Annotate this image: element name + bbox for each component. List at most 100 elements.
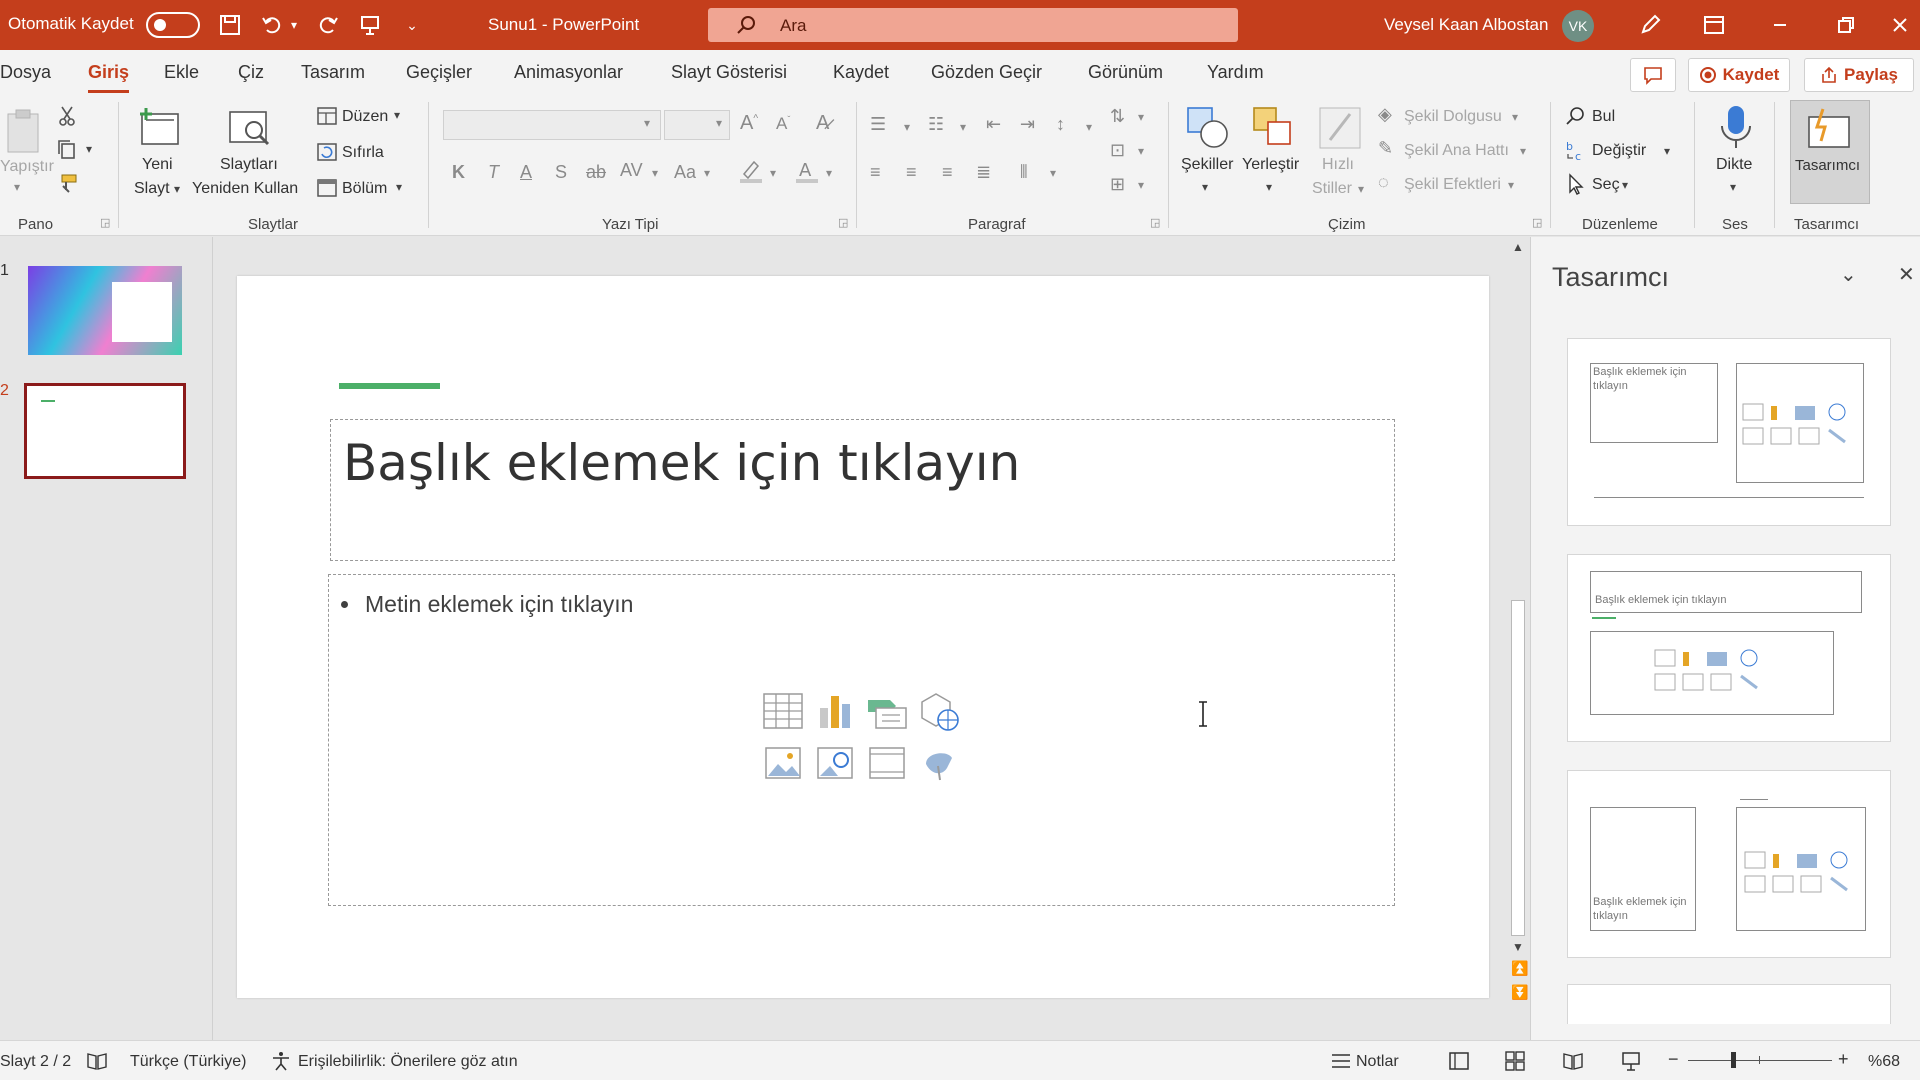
format-painter-icon[interactable] [56, 172, 80, 196]
quick-styles-icon[interactable] [1316, 104, 1364, 152]
section-label[interactable]: Bölüm [342, 180, 387, 198]
line-spacing-icon[interactable]: ↕ [1056, 114, 1065, 135]
bullets-icon[interactable]: ☰ [870, 114, 886, 135]
select-icon[interactable] [1564, 172, 1588, 196]
zoom-level[interactable]: %68 [1868, 1053, 1900, 1071]
normal-view-icon[interactable] [1448, 1050, 1470, 1072]
undo-dropdown-icon[interactable]: ▾ [286, 11, 302, 39]
cut-icon[interactable] [56, 104, 80, 128]
shapes-icon[interactable] [1184, 104, 1232, 152]
scroll-down-icon[interactable]: ▼ [1512, 940, 1524, 954]
language[interactable]: Türkçe (Türkiye) [130, 1053, 246, 1071]
tab-yardim[interactable]: Yardım [1207, 62, 1264, 83]
replace-dropdown-icon[interactable]: ▾ [1664, 144, 1670, 158]
autosave-toggle[interactable] [146, 12, 200, 38]
insert-stock-images-icon[interactable] [814, 742, 856, 784]
strikethrough-button[interactable]: ab [586, 162, 606, 183]
shape-fill-label[interactable]: Şekil Dolgusu [1404, 108, 1502, 126]
shapes-dropdown-icon[interactable]: ▾ [1202, 180, 1208, 194]
change-case-button[interactable]: Aa [674, 162, 696, 183]
tab-ekle[interactable]: Ekle [164, 62, 199, 83]
insert-smartart-icon[interactable] [866, 690, 908, 732]
record-button[interactable]: Kaydet [1688, 58, 1790, 92]
present-icon[interactable] [356, 11, 384, 39]
new-slide-icon[interactable] [136, 104, 184, 152]
reuse-slides-label-2[interactable]: Yeniden Kullan [192, 180, 298, 198]
insert-table-icon[interactable] [762, 690, 804, 732]
font-name-select[interactable] [443, 110, 661, 140]
section-dropdown-icon[interactable]: ▾ [396, 180, 402, 194]
search-box[interactable]: Ara [708, 8, 1238, 42]
layout-dropdown-icon[interactable]: ▾ [394, 108, 400, 122]
design-idea-1[interactable]: Başlık eklemek için tıklayın [1567, 338, 1891, 526]
font-launcher-icon[interactable]: ◲ [838, 216, 848, 229]
shape-effects-dropdown-icon[interactable]: ▾ [1508, 178, 1514, 192]
increase-indent-icon[interactable]: ⇥ [1020, 114, 1035, 135]
design-idea-4[interactable] [1567, 984, 1891, 1024]
scroll-up-icon[interactable]: ▲ [1512, 240, 1524, 254]
shape-outline-label[interactable]: Şekil Ana Hattı [1404, 142, 1509, 160]
new-slide-label-2[interactable]: Slayt [134, 180, 170, 198]
tab-ciz[interactable]: Çiz [238, 62, 264, 83]
tab-tasarim[interactable]: Tasarım [301, 62, 365, 83]
shape-fill-dropdown-icon[interactable]: ▾ [1512, 110, 1518, 124]
reset-label[interactable]: Sıfırla [342, 144, 384, 162]
section-icon[interactable] [316, 178, 338, 198]
zoom-in-button[interactable]: + [1838, 1049, 1849, 1070]
arrange-label[interactable]: Yerleştir [1242, 156, 1299, 174]
designer-options-icon[interactable]: ⌄ [1840, 262, 1857, 287]
select-dropdown-icon[interactable]: ▾ [1622, 178, 1628, 192]
content-placeholder[interactable]: Metin eklemek için tıklayın [328, 574, 1395, 906]
line-spacing-dropdown-icon[interactable]: ▾ [1086, 120, 1092, 134]
restore-icon[interactable] [1832, 11, 1860, 39]
shape-effects-label[interactable]: Şekil Efektleri [1404, 176, 1501, 194]
align-left-icon[interactable]: ≡ [870, 162, 881, 183]
select-label[interactable]: Seç [1592, 176, 1620, 194]
ribbon-display-icon[interactable] [1700, 11, 1728, 39]
bullets-dropdown-icon[interactable]: ▾ [904, 120, 910, 134]
avatar[interactable]: VK [1562, 10, 1594, 42]
italic-button[interactable]: T [488, 162, 499, 183]
accessibility-icon[interactable] [270, 1050, 292, 1072]
increase-font-icon[interactable]: A^ [740, 112, 758, 135]
quick-styles-dropdown-icon[interactable]: ▾ [1358, 182, 1364, 196]
new-slide-label-1[interactable]: Yeni [142, 156, 173, 174]
save-icon[interactable] [216, 11, 244, 39]
tab-giris[interactable]: Giriş [88, 62, 130, 93]
comments-button[interactable] [1630, 58, 1676, 92]
insert-video-icon[interactable] [866, 742, 908, 784]
title-placeholder[interactable]: Başlık eklemek için tıklayın [330, 419, 1395, 561]
redo-icon[interactable] [314, 11, 342, 39]
columns-dropdown-icon[interactable]: ▾ [1050, 166, 1056, 180]
designer-button[interactable]: Tasarımcı [1790, 100, 1870, 204]
previous-slide-icon[interactable]: ⏫ [1511, 960, 1528, 977]
pano-launcher-icon[interactable]: ◲ [100, 216, 110, 229]
user-name[interactable]: Veysel Kaan Albostan [1384, 15, 1548, 35]
highlight-dropdown-icon[interactable]: ▾ [770, 166, 776, 180]
slideshow-icon[interactable] [1620, 1050, 1642, 1072]
align-text-icon[interactable]: ⊡ [1110, 140, 1125, 161]
shape-outline-icon[interactable]: ✎ [1378, 138, 1393, 159]
scroll-thumb[interactable] [1511, 600, 1525, 936]
undo-icon[interactable] [258, 11, 286, 39]
smartart-dropdown-icon[interactable]: ▾ [1138, 178, 1144, 192]
minimize-icon[interactable] [1766, 11, 1794, 39]
shadow-button[interactable]: S [555, 162, 567, 183]
font-name-dropdown-icon[interactable]: ▾ [644, 116, 650, 130]
tab-gecisler[interactable]: Geçişler [406, 62, 472, 83]
smartart-icon[interactable]: ⊞ [1110, 174, 1125, 195]
dictate-label[interactable]: Dikte [1716, 156, 1752, 174]
layout-label[interactable]: Düzen [342, 108, 388, 126]
slide-sorter-icon[interactable] [1504, 1050, 1526, 1072]
reset-icon[interactable] [316, 142, 338, 162]
zoom-slider-thumb[interactable] [1731, 1052, 1736, 1068]
font-size-dropdown-icon[interactable]: ▾ [716, 116, 722, 130]
tab-gorunum[interactable]: Görünüm [1088, 62, 1163, 83]
paste-icon[interactable] [4, 106, 48, 158]
clear-format-icon[interactable]: A̷ [816, 112, 829, 135]
highlight-icon[interactable] [738, 158, 764, 184]
change-case-dropdown-icon[interactable]: ▾ [704, 166, 710, 180]
pen-icon[interactable] [1636, 11, 1664, 39]
close-icon[interactable] [1886, 11, 1914, 39]
microphone-icon[interactable] [1714, 104, 1758, 152]
